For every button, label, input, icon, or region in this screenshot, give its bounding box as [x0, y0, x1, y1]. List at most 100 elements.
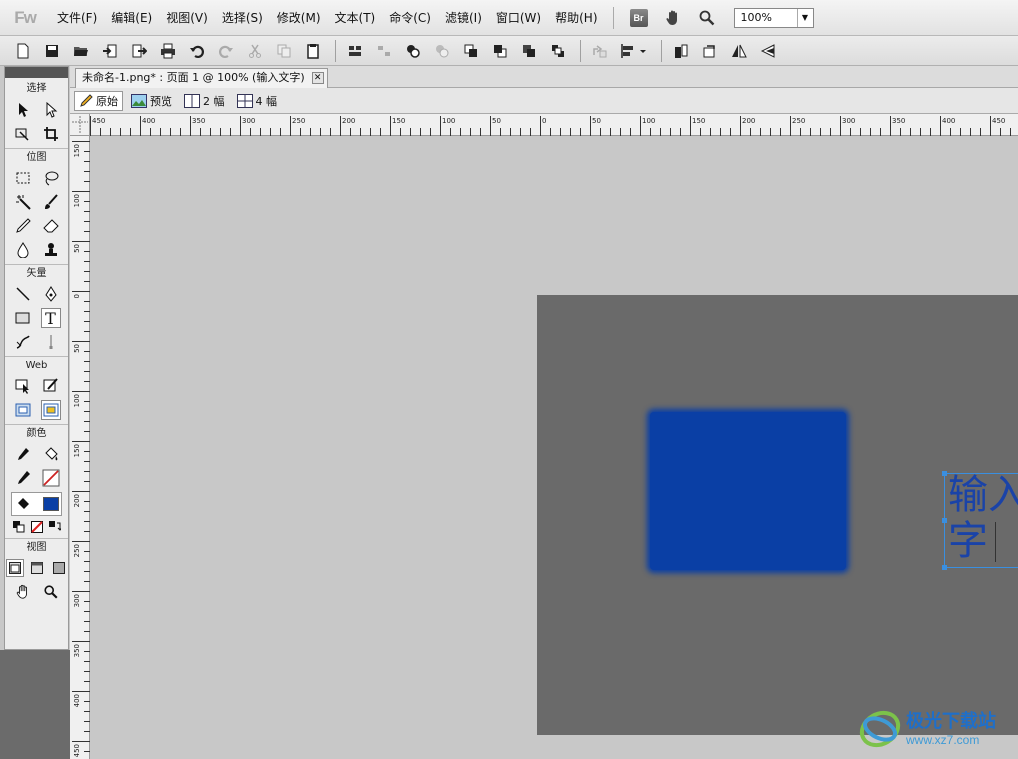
hand-tool-button[interactable] [660, 7, 686, 29]
zoom-tool-button[interactable] [694, 7, 720, 29]
hotspot-tool[interactable] [13, 376, 33, 396]
menu-window[interactable]: 窗口(W) [489, 7, 548, 29]
rectangle-tool[interactable] [13, 308, 33, 328]
export-icon [132, 44, 147, 57]
subselect-tool[interactable] [41, 100, 61, 120]
blue-rectangle-object[interactable] [650, 412, 846, 570]
hide-slices-button[interactable] [13, 400, 33, 420]
tab-original[interactable]: 原始 [74, 90, 123, 111]
text-handle-top-left[interactable] [942, 471, 947, 476]
document-canvas[interactable]: 输入 字 [537, 295, 1018, 735]
show-slices-button[interactable] [40, 400, 61, 420]
export-button[interactable] [126, 39, 152, 63]
horizontal-ruler[interactable]: 450 400 350 300 250 200 150 100 50 0 50 100 150 200 25… [90, 114, 1018, 136]
pencil-tool[interactable] [13, 216, 33, 236]
standard-screen-mode[interactable] [5, 559, 24, 577]
fill-color-swatch[interactable] [41, 494, 61, 514]
freeform-tool[interactable] [13, 332, 33, 352]
new-button[interactable] [10, 39, 36, 63]
pen-tool[interactable] [41, 284, 61, 304]
slice-icon [43, 378, 58, 392]
rubber-stamp-tool[interactable] [41, 240, 61, 260]
stroke-color-swatch[interactable] [41, 468, 61, 488]
zoom-select[interactable]: 100% ▼ [733, 7, 814, 28]
cut-button[interactable] [242, 39, 268, 63]
menu-text[interactable]: 文本(T) [328, 7, 383, 29]
rotate-cw-button[interactable] [697, 39, 723, 63]
no-stroke-fill-button[interactable] [30, 520, 44, 534]
tab-4up[interactable]: 4 幅 [233, 91, 282, 111]
save-button[interactable] [39, 39, 65, 63]
menu-file[interactable]: 文件(F) [50, 7, 104, 29]
bring-to-front-button[interactable] [458, 39, 484, 63]
eraser-tool[interactable] [41, 216, 61, 236]
blur-tool[interactable] [13, 240, 33, 260]
close-icon[interactable]: ✕ [311, 72, 324, 84]
text-object-content[interactable]: 输入 字 [948, 472, 1018, 564]
fill-bucket-icon [17, 498, 29, 509]
text-handle-middle-left[interactable] [942, 518, 947, 523]
send-backward-button[interactable] [516, 39, 542, 63]
swap-colors-button[interactable] [48, 520, 62, 534]
flip-horizontal-button[interactable] [726, 39, 752, 63]
open-button[interactable] [68, 39, 94, 63]
magic-wand-tool[interactable] [13, 192, 33, 212]
align-dropdown[interactable] [616, 39, 652, 63]
section-view: 视图 [5, 538, 68, 556]
menu-edit[interactable]: 编辑(E) [104, 7, 159, 29]
default-colors-icon [12, 521, 24, 533]
full-screen-menus-mode[interactable] [28, 559, 46, 577]
ruler-label: 50 [592, 117, 601, 125]
share-button[interactable] [587, 39, 613, 63]
bring-front-icon [464, 44, 477, 57]
send-to-back-button[interactable] [545, 39, 571, 63]
document-tab[interactable]: 未命名-1.png* : 页面 1 @ 100% (输入文字) ✕ [75, 68, 328, 88]
paste-button[interactable] [300, 39, 326, 63]
split-button[interactable] [429, 39, 455, 63]
ruler-label: 350 [892, 117, 905, 125]
slice-tool[interactable] [41, 376, 61, 396]
menu-commands[interactable]: 命令(C) [382, 7, 438, 29]
menu-filters[interactable]: 滤镜(I) [438, 7, 489, 29]
bring-forward-button[interactable] [487, 39, 513, 63]
text-tool[interactable]: T [40, 308, 61, 328]
default-colors-button[interactable] [12, 520, 26, 534]
brush-tool[interactable] [41, 192, 61, 212]
tab-2up[interactable]: 2 幅 [180, 91, 229, 111]
menu-modify[interactable]: 修改(M) [270, 7, 328, 29]
crop-tool[interactable] [41, 124, 61, 144]
ungroup-button[interactable] [371, 39, 397, 63]
scale-tool[interactable] [13, 124, 33, 144]
vertical-ruler[interactable]: 150 100 50 0 50 100 150 200 250 300 350 400 450 [70, 136, 90, 759]
zoom-tool[interactable] [41, 582, 61, 602]
undo-button[interactable] [184, 39, 210, 63]
marquee-tool[interactable] [13, 168, 33, 188]
panel-grip[interactable] [5, 67, 68, 78]
redo-button[interactable] [213, 39, 239, 63]
lasso-tool[interactable] [41, 168, 61, 188]
full-screen-mode[interactable] [50, 559, 68, 577]
pointer-tool[interactable] [13, 100, 33, 120]
menu-view[interactable]: 视图(V) [159, 7, 215, 29]
bridge-button[interactable]: Br [626, 7, 652, 29]
menu-select[interactable]: 选择(S) [215, 7, 270, 29]
rotate-ccw-icon [675, 44, 688, 58]
knife-tool[interactable] [41, 332, 61, 352]
flip-vertical-button[interactable] [755, 39, 781, 63]
tab-preview[interactable]: 预览 [127, 91, 176, 111]
print-button[interactable] [155, 39, 181, 63]
copy-button[interactable] [271, 39, 297, 63]
group-button[interactable] [342, 39, 368, 63]
rotate-ccw-button[interactable] [668, 39, 694, 63]
line-tool[interactable] [13, 284, 33, 304]
ruler-corner[interactable] [70, 114, 90, 136]
menu-help[interactable]: 帮助(H) [548, 7, 604, 29]
text-handle-bottom-left[interactable] [942, 565, 947, 570]
hand-tool[interactable] [13, 582, 33, 602]
text-object[interactable]: 输入 字 [942, 471, 1018, 570]
join-button[interactable] [400, 39, 426, 63]
paint-bucket-tool[interactable] [41, 444, 61, 464]
screen-mode-menus-icon [30, 562, 43, 574]
import-button[interactable] [97, 39, 123, 63]
eyedropper-tool[interactable] [13, 444, 33, 464]
